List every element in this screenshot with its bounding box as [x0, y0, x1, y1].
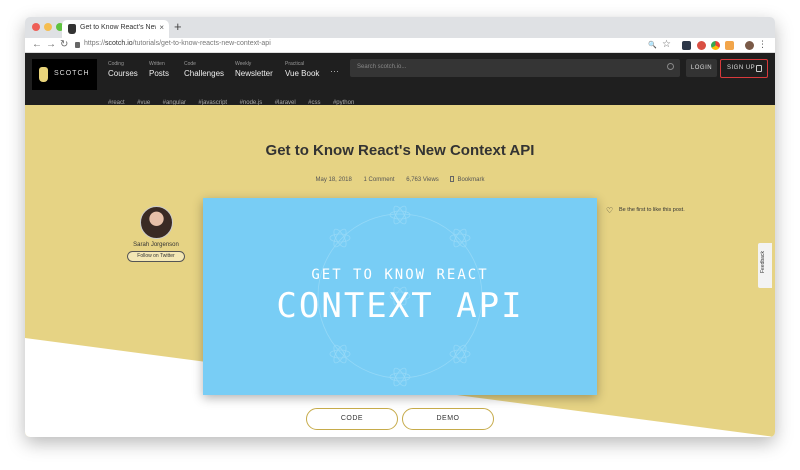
bookmark-star-icon[interactable]: ☆	[662, 39, 671, 50]
comments-link[interactable]: 1 Comment	[364, 177, 395, 183]
minimize-window-icon[interactable]	[44, 23, 52, 31]
like-text: Be the first to like this post.	[619, 207, 685, 213]
url-scheme: https://	[84, 40, 106, 47]
new-tab-icon[interactable]: +	[174, 19, 182, 34]
nav-item-label: Vue Book	[285, 69, 320, 78]
url-host: scotch.io	[105, 40, 133, 47]
signup-button[interactable]: SIGN UP	[720, 59, 768, 78]
zoom-icon[interactable]: 🔍	[648, 41, 657, 49]
forward-icon[interactable]: →	[46, 39, 56, 50]
browser-window: Get to Know React's New Conte × + ← → ↻ …	[25, 17, 775, 437]
tab-close-icon[interactable]: ×	[159, 23, 164, 32]
search-input[interactable]: Search scotch.io...	[350, 59, 680, 77]
author-card: Sarah Jorgenson Follow on Twitter	[123, 206, 189, 262]
scotch-favicon-icon	[68, 24, 76, 34]
site-header: SCOTCH Coding Courses Written Posts Code…	[25, 53, 775, 106]
url-path: /tutorials/get-to-know-reacts-new-contex…	[132, 40, 271, 47]
nav-item-small: Practical	[285, 61, 305, 67]
hero-image: GET TO KNOW REACT CONTEXT API	[203, 198, 597, 395]
address-bar: ← → ↻ https://scotch.io/tutorials/get-to…	[25, 38, 775, 53]
extension-icon[interactable]	[711, 41, 720, 50]
close-window-icon[interactable]	[32, 23, 40, 31]
tab-strip: Get to Know React's New Conte × +	[25, 17, 775, 38]
bookmark-icon	[450, 176, 455, 182]
author-name[interactable]: Sarah Jorgenson	[123, 242, 189, 248]
bookmark-button[interactable]: Bookmark	[450, 176, 485, 183]
heart-icon[interactable]: ♡	[606, 206, 613, 215]
article-date: May 18, 2018	[315, 177, 352, 183]
lock-icon	[75, 42, 80, 48]
demo-button[interactable]: DEMO	[402, 408, 494, 430]
nav-item-small: Weekly	[235, 61, 252, 67]
extension-icon[interactable]	[725, 41, 734, 50]
like-widget[interactable]: ♡ Be the first to like this post.	[606, 206, 686, 215]
nav-item-small: Written	[149, 61, 165, 67]
page-title: Get to Know React's New Context API	[265, 142, 535, 159]
bookmark-label: Bookmark	[457, 177, 485, 183]
scotch-bottle-icon	[39, 67, 48, 82]
reload-icon[interactable]: ↻	[60, 39, 68, 50]
follow-twitter-button[interactable]: Follow on Twitter	[127, 251, 185, 262]
browser-menu-icon[interactable]: ⋮	[758, 39, 767, 50]
browser-tab[interactable]: Get to Know React's New Conte ×	[62, 20, 169, 38]
signup-label: SIGN UP	[727, 65, 756, 71]
nav-item-posts[interactable]: Written Posts	[149, 61, 169, 78]
nav-item-newsletter[interactable]: Weekly Newsletter	[235, 61, 273, 78]
feedback-label: Feedback	[760, 251, 766, 273]
avatar[interactable]	[139, 206, 173, 239]
article-meta: May 18, 2018 1 Comment 6,763 Views Bookm…	[25, 176, 775, 183]
nav-item-label: Courses	[108, 69, 138, 78]
signup-icon	[756, 65, 762, 72]
logo-text: SCOTCH	[54, 70, 90, 77]
nav-item-label: Newsletter	[235, 69, 273, 78]
nav-more-button[interactable]: ···	[330, 66, 339, 76]
scotch-logo[interactable]: SCOTCH	[32, 59, 97, 90]
article-content: Get to Know React's New Context API May …	[25, 105, 775, 437]
nav-item-courses[interactable]: Coding Courses	[108, 61, 138, 78]
views-count: 6,763 Views	[406, 177, 439, 183]
hero-title: CONTEXT API	[276, 286, 524, 326]
feedback-tab[interactable]: Feedback	[758, 243, 772, 288]
url-field[interactable]: https://scotch.io/tutorials/get-to-know-…	[75, 40, 635, 51]
url-text: https://scotch.io/tutorials/get-to-know-…	[84, 40, 271, 47]
nav-item-small: Coding	[108, 61, 124, 67]
search-placeholder: Search scotch.io...	[357, 64, 407, 70]
nav-item-small: Code	[184, 61, 196, 67]
nav-item-label: Posts	[149, 69, 170, 78]
back-icon[interactable]: ←	[32, 39, 42, 50]
nav-item-label: Challenges	[184, 69, 225, 78]
hero-subtitle: GET TO KNOW REACT	[311, 267, 489, 283]
tag-list: #react #vue #angular #javascript #node.j…	[108, 91, 362, 106]
login-button[interactable]: LOGIN	[686, 59, 717, 77]
profile-avatar-icon[interactable]	[745, 41, 754, 50]
search-icon[interactable]	[667, 63, 674, 70]
code-button[interactable]: CODE	[306, 408, 398, 430]
extension-icon[interactable]	[697, 41, 706, 50]
nav-item-challenges[interactable]: Code Challenges	[184, 61, 224, 78]
extension-icon[interactable]	[682, 41, 691, 50]
tab-title: Get to Know React's New Conte	[80, 24, 156, 31]
nav-item-vue-book[interactable]: Practical Vue Book	[285, 61, 319, 78]
